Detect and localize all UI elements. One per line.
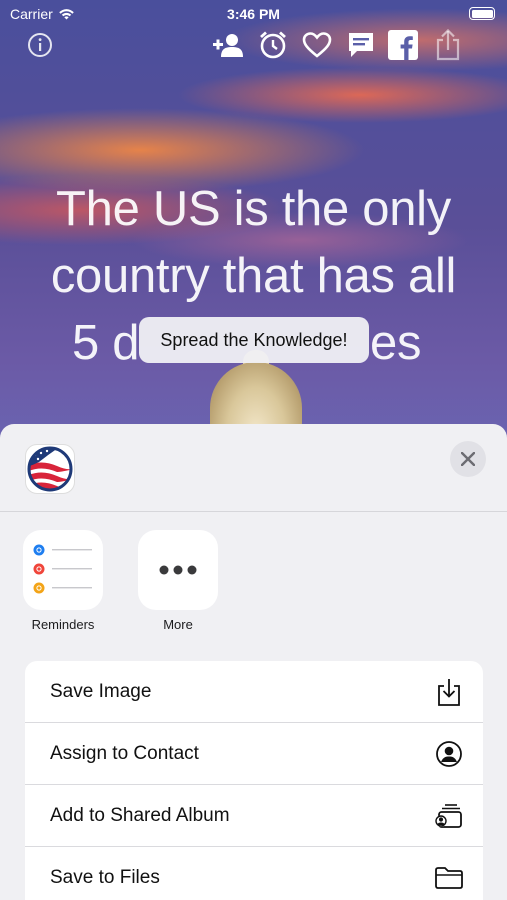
- action-label: Assign to Contact: [50, 742, 199, 764]
- save-image-icon: [433, 676, 465, 708]
- share-actions-list: Save Image Assign to Contact Add to Shar…: [25, 661, 483, 900]
- top-toolbar: [0, 24, 507, 64]
- share-sheet: Reminders More Save Image Assign to Cont…: [0, 424, 507, 900]
- add-contact-icon[interactable]: [211, 28, 245, 62]
- info-icon[interactable]: [23, 28, 57, 62]
- fact-line-1: The US is the only: [56, 182, 451, 236]
- shared-album-icon: [433, 800, 465, 832]
- app-tile-label: Reminders: [31, 617, 95, 632]
- action-save-image[interactable]: Save Image: [25, 661, 483, 723]
- app-logo-icon: [25, 444, 75, 494]
- share-sheet-header: [0, 424, 507, 512]
- battery-icon: [469, 7, 495, 20]
- toast-message: Spread the Knowledge!: [139, 317, 369, 363]
- folder-icon: [433, 862, 465, 894]
- action-label: Save to Files: [50, 866, 160, 888]
- action-save-to-files[interactable]: Save to Files: [25, 847, 483, 900]
- message-icon[interactable]: [344, 28, 378, 62]
- action-assign-to-contact[interactable]: Assign to Contact: [25, 723, 483, 785]
- close-button[interactable]: [450, 441, 486, 477]
- action-label: Add to Shared Album: [50, 804, 230, 826]
- status-time: 3:46 PM: [227, 6, 280, 22]
- reminders-icon: [23, 530, 103, 610]
- facebook-icon[interactable]: [386, 28, 420, 62]
- share-apps-row: Reminders More: [0, 530, 507, 640]
- app-tile-reminders[interactable]: Reminders: [23, 530, 103, 632]
- share-icon[interactable]: [431, 28, 465, 62]
- close-icon: [461, 452, 475, 466]
- more-icon: [138, 530, 218, 610]
- contact-icon: [433, 738, 465, 770]
- fact-line-3-start: 5 d: [72, 316, 140, 370]
- fact-line-2: country that has all: [50, 249, 457, 303]
- app-tile-label: More: [163, 617, 193, 632]
- toast-text: Spread the Knowledge!: [160, 329, 348, 350]
- heart-icon[interactable]: [300, 28, 334, 62]
- alarm-icon[interactable]: [256, 28, 290, 62]
- action-add-to-shared-album[interactable]: Add to Shared Album: [25, 785, 483, 847]
- fact-line-3-end: es: [370, 316, 422, 370]
- app-tile-more[interactable]: More: [138, 530, 218, 632]
- action-label: Save Image: [50, 680, 152, 702]
